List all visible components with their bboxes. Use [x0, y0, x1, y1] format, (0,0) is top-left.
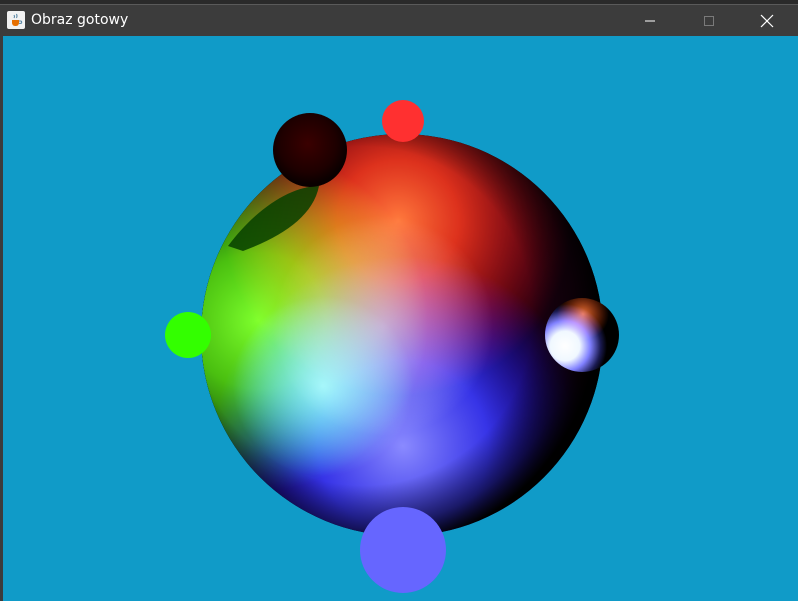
minimize-button[interactable]	[627, 5, 673, 36]
close-button[interactable]	[744, 5, 790, 36]
maximize-button[interactable]	[686, 5, 732, 36]
maximize-icon	[704, 15, 714, 26]
title-bar[interactable]: Obraz gotowy	[0, 4, 798, 36]
red-light-sphere	[382, 100, 424, 142]
application-window: Obraz gotowy	[0, 0, 798, 601]
render-canvas	[3, 36, 798, 601]
rendered-sphere	[201, 134, 603, 536]
close-icon	[760, 14, 774, 27]
dark-red-sphere	[273, 113, 347, 187]
minimize-icon	[645, 20, 655, 21]
java-cup-icon	[7, 11, 25, 29]
blue-light-sphere	[360, 507, 446, 593]
window-title: Obraz gotowy	[31, 12, 129, 28]
white-glossy-sphere	[545, 298, 619, 372]
green-light-sphere	[165, 312, 211, 358]
